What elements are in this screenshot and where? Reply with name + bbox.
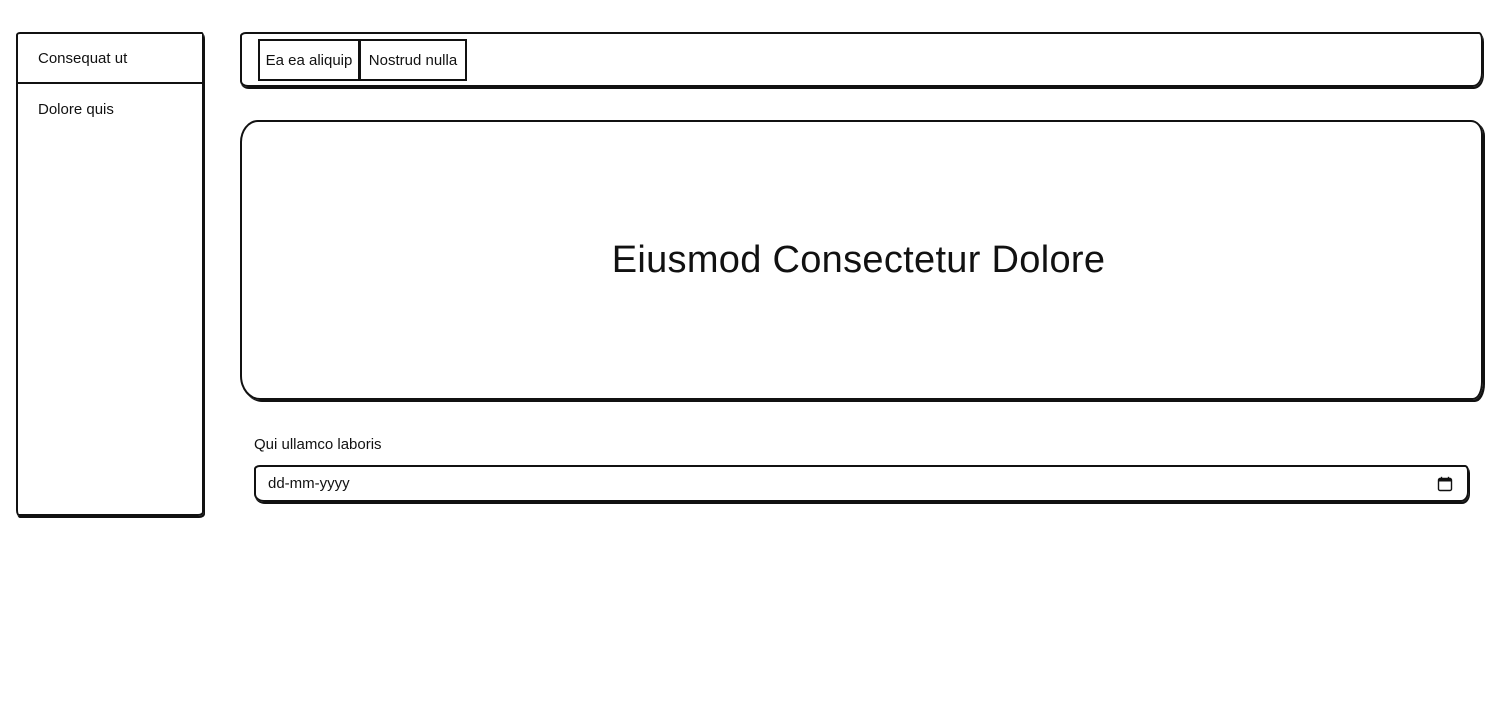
tab-nostrud-nulla[interactable]: Nostrud nulla xyxy=(359,39,467,81)
hero-panel: Eiusmod Consectetur Dolore xyxy=(240,120,1483,400)
date-field-label: Qui ullamco laboris xyxy=(254,436,382,453)
calendar-icon[interactable] xyxy=(1437,476,1453,492)
tab-label: Nostrud nulla xyxy=(368,51,458,69)
tab-label: Ea ea aliquip xyxy=(265,51,353,69)
date-placeholder: dd-mm-yyyy xyxy=(268,475,350,492)
sidebar-item-consequat-ut[interactable]: Consequat ut xyxy=(18,34,202,84)
sidebar: Consequat ut Dolore quis xyxy=(16,32,204,516)
date-input[interactable]: dd-mm-yyyy xyxy=(254,465,1469,502)
sidebar-item-label: Dolore quis xyxy=(38,100,114,118)
top-tab-bar: Ea ea aliquip Nostrud nulla xyxy=(240,32,1483,87)
hero-title: Eiusmod Consectetur Dolore xyxy=(611,238,1106,281)
tab-ea-ea-aliquip[interactable]: Ea ea aliquip xyxy=(258,39,360,81)
sidebar-item-dolore-quis[interactable]: Dolore quis xyxy=(18,84,202,134)
sidebar-item-label: Consequat ut xyxy=(38,49,128,67)
